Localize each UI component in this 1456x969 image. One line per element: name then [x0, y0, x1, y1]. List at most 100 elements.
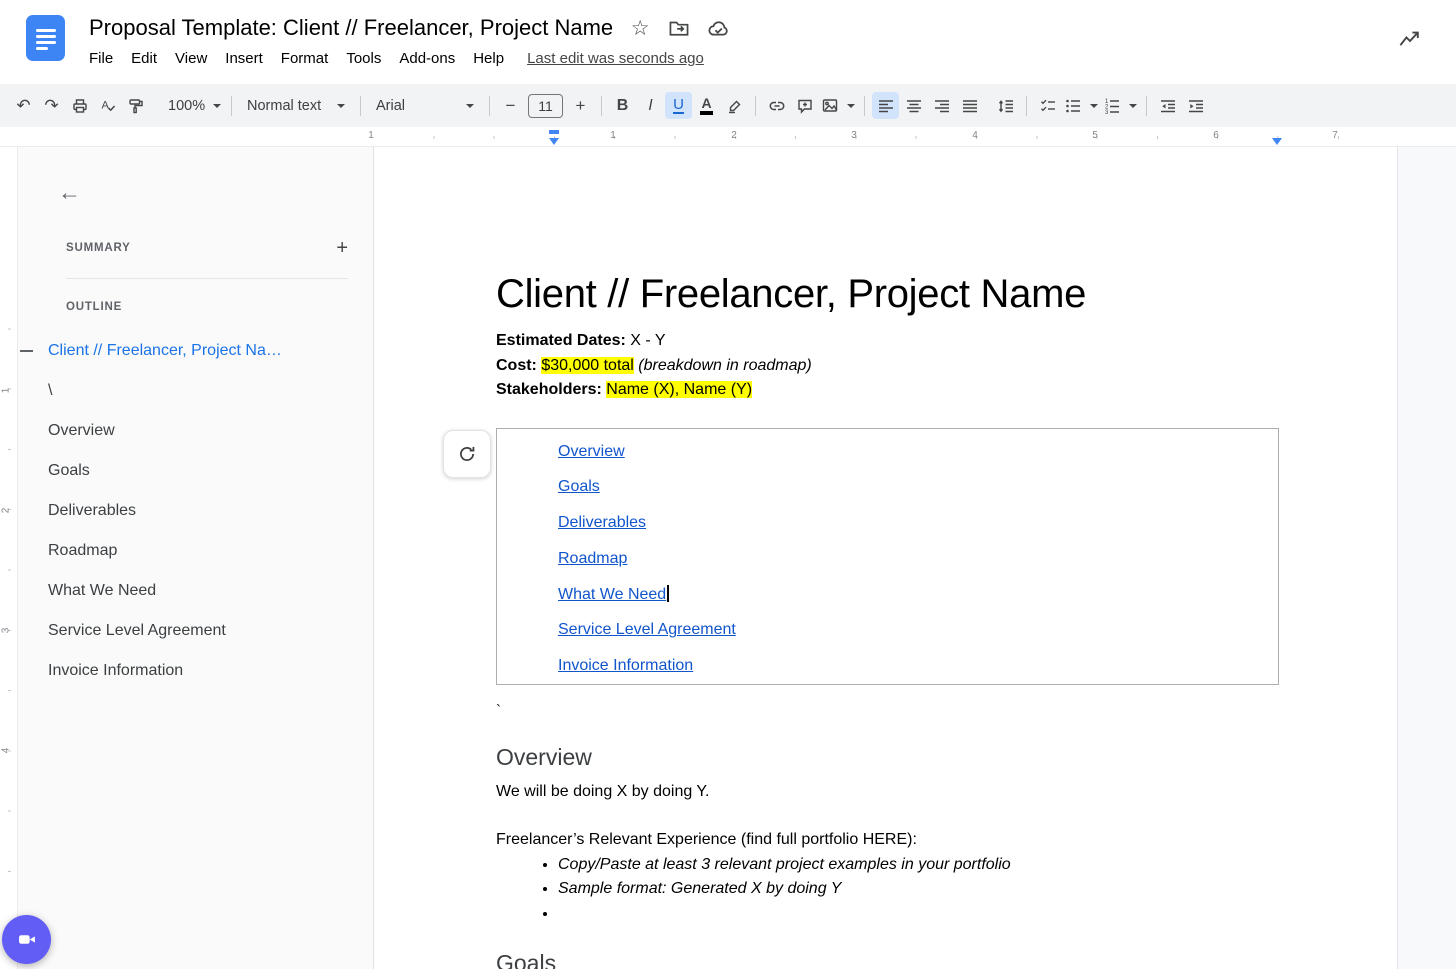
estimated-dates-line[interactable]: Estimated Dates: X - Y — [496, 329, 1279, 354]
menu-format[interactable]: Format — [272, 47, 338, 70]
text-color-icon: A — [700, 96, 713, 115]
header: Proposal Template: Client // Freelancer,… — [0, 0, 1456, 84]
left-indent-marker[interactable] — [549, 138, 559, 145]
docs-logo-lines-icon — [34, 24, 58, 52]
bold-icon: B — [617, 97, 629, 115]
menu-file[interactable]: File — [80, 47, 122, 70]
document-page[interactable]: Client // Freelancer, Project Name Estim… — [373, 147, 1398, 969]
justify-button[interactable] — [956, 92, 983, 119]
document-title[interactable]: Proposal Template: Client // Freelancer,… — [89, 15, 613, 41]
outline-item-label: Client // Freelancer, Project Na… — [48, 342, 282, 360]
align-left-button[interactable] — [872, 92, 899, 119]
paint-format-button[interactable] — [122, 92, 149, 119]
outline-item-label: Service Level Agreement — [48, 622, 226, 640]
outline-item-sla[interactable]: Service Level Agreement — [18, 611, 373, 651]
cost-line[interactable]: Cost: $30,000 total (breakdown in roadma… — [496, 354, 1279, 379]
spellcheck-button[interactable]: A — [94, 92, 121, 119]
stray-character[interactable]: ` — [496, 699, 1279, 721]
toc-link-invoice[interactable]: Invoice Information — [497, 648, 1278, 684]
outline-item-title[interactable]: Client // Freelancer, Project Na… — [18, 331, 373, 371]
toc-link-deliverables[interactable]: Deliverables — [497, 505, 1278, 541]
outline-item-invoice[interactable]: Invoice Information — [18, 651, 373, 691]
ruler-ticks — [374, 136, 1398, 139]
add-comment-button[interactable] — [791, 92, 818, 119]
first-line-indent-marker[interactable] — [549, 130, 559, 134]
current-position-dash — [20, 350, 33, 352]
vertical-ruler[interactable]: 1 2 3 4 — [0, 147, 18, 969]
menu-help[interactable]: Help — [464, 47, 513, 70]
insert-image-button[interactable] — [819, 92, 857, 119]
outline-item-backslash[interactable]: \ — [18, 371, 373, 411]
redo-button[interactable]: ↷ — [38, 92, 65, 119]
ruler-number: 2 — [0, 508, 11, 514]
table-of-contents[interactable]: Overview Goals Deliverables Roadmap What… — [496, 428, 1279, 685]
italic-button[interactable]: I — [637, 92, 664, 119]
star-icon[interactable]: ☆ — [628, 16, 652, 40]
underline-button[interactable]: U — [665, 92, 692, 119]
paint-roller-icon — [127, 97, 145, 115]
highlight-color-button[interactable] — [721, 92, 748, 119]
experience-intro[interactable]: Freelancer’s Relevant Experience (find f… — [496, 828, 1279, 853]
separator — [864, 96, 865, 116]
bullet-item[interactable]: Copy/Paste at least 3 relevant project e… — [558, 853, 1279, 878]
menu-tools[interactable]: Tools — [337, 47, 390, 70]
outline-item-goals[interactable]: Goals — [18, 451, 373, 491]
increase-font-size-button[interactable]: + — [567, 92, 594, 119]
bullet-item[interactable]: Sample format: Generated X by doing Y — [558, 877, 1279, 902]
menu-edit[interactable]: Edit — [122, 47, 166, 70]
bold-button[interactable]: B — [609, 92, 636, 119]
toc-link-overview[interactable]: Overview — [497, 434, 1278, 470]
font-family-select[interactable]: Arial — [368, 92, 482, 119]
print-button[interactable] — [66, 92, 93, 119]
ruler-number: 4 — [972, 130, 978, 141]
docs-logo-icon[interactable] — [26, 15, 65, 61]
numbered-list-button[interactable]: 1 2 3 — [1101, 92, 1139, 119]
stakeholders-line[interactable]: Stakeholders: Name (X), Name (Y) — [496, 378, 1279, 403]
right-indent-marker[interactable] — [1272, 138, 1282, 145]
cost-note: (breakdown in roadmap) — [634, 357, 812, 374]
add-summary-icon[interactable]: + — [336, 238, 348, 258]
toc-link-sla[interactable]: Service Level Agreement — [497, 612, 1278, 648]
bullet-item[interactable] — [558, 902, 1279, 927]
last-edit-status[interactable]: Last edit was seconds ago — [527, 50, 704, 67]
toc-link-roadmap[interactable]: Roadmap — [497, 541, 1278, 577]
insert-link-button[interactable] — [763, 92, 790, 119]
menu-addons[interactable]: Add-ons — [390, 47, 464, 70]
outline-item-overview[interactable]: Overview — [18, 411, 373, 451]
horizontal-ruler[interactable]: 1 1 2 3 4 5 6 7 — [0, 127, 1456, 147]
paragraph-style-select[interactable]: Normal text — [239, 92, 353, 119]
close-outline-icon[interactable]: ← — [58, 181, 81, 204]
decrease-font-size-button[interactable]: − — [497, 92, 524, 119]
move-folder-icon[interactable] — [667, 16, 691, 40]
underline-icon: U — [673, 97, 684, 115]
align-right-button[interactable] — [928, 92, 955, 119]
checklist-button[interactable] — [1034, 92, 1061, 119]
text-color-button[interactable]: A — [693, 92, 720, 119]
overview-heading[interactable]: Overview — [496, 743, 1279, 771]
toc-link-goals[interactable]: Goals — [497, 469, 1278, 505]
toc-link-what-we-need[interactable]: What We Need — [497, 577, 1278, 613]
outline-item-label: What We Need — [48, 582, 156, 600]
outline-item-label: Invoice Information — [48, 662, 183, 680]
trending-stats-icon[interactable] — [1398, 26, 1422, 50]
page-title[interactable]: Client // Freelancer, Project Name — [496, 269, 1279, 319]
undo-button[interactable]: ↶ — [10, 92, 37, 119]
overview-body[interactable]: We will be doing X by doing Y. — [496, 780, 1279, 805]
experience-bullet-list[interactable]: Copy/Paste at least 3 relevant project e… — [496, 853, 1279, 927]
font-size-input[interactable]: 11 — [528, 94, 563, 118]
menu-insert[interactable]: Insert — [216, 47, 272, 70]
outline-item-deliverables[interactable]: Deliverables — [18, 491, 373, 531]
line-spacing-button[interactable] — [992, 92, 1019, 119]
bulleted-list-button[interactable] — [1062, 92, 1100, 119]
increase-indent-button[interactable] — [1182, 92, 1209, 119]
refresh-toc-button[interactable] — [443, 430, 491, 478]
decrease-indent-button[interactable] — [1154, 92, 1181, 119]
cloud-saved-icon[interactable] — [706, 16, 730, 40]
outline-item-what-we-need[interactable]: What We Need — [18, 571, 373, 611]
outline-item-roadmap[interactable]: Roadmap — [18, 531, 373, 571]
zoom-select[interactable]: 100% — [160, 92, 224, 119]
goals-heading[interactable]: Goals — [496, 949, 1279, 969]
align-center-button[interactable] — [900, 92, 927, 119]
menu-view[interactable]: View — [166, 47, 216, 70]
video-record-button[interactable] — [2, 915, 51, 964]
